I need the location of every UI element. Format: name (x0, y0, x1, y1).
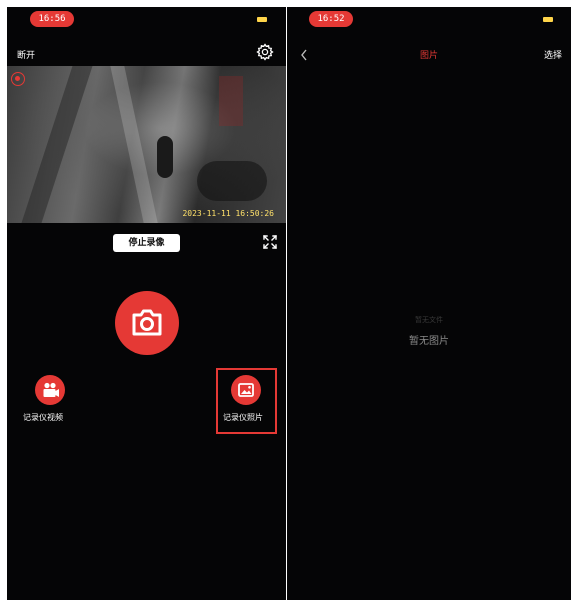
photo-gallery-screen: 16:52 图片 选择 暂无文件 暂无图片 (287, 7, 571, 600)
video-icon (43, 382, 59, 397)
battery-icon (543, 17, 553, 22)
camera-icon (132, 309, 162, 336)
recorder-screen: 16:56 断开 2023-11-11 16:50:26 停止录像 记录仪视频 … (7, 7, 286, 600)
status-time-pill: 16:56 (30, 11, 74, 27)
video-timestamp: 2023-11-11 16:50:26 (182, 209, 274, 218)
live-video-feed[interactable]: 2023-11-11 16:50:26 (7, 66, 286, 223)
page-title: 图片 (419, 51, 438, 61)
disconnect-button[interactable]: 断开 (17, 48, 35, 61)
gear-icon[interactable] (256, 43, 274, 65)
highlight-box (216, 368, 277, 434)
battery-icon (257, 17, 267, 22)
recorder-video-label: 记录仪视频 (23, 413, 63, 422)
select-button[interactable]: 选择 (544, 48, 562, 61)
stop-recording-button[interactable]: 停止录像 (113, 234, 180, 252)
status-time-pill: 16:52 (309, 11, 353, 27)
empty-hint: 暂无文件 (415, 316, 443, 324)
capture-photo-button[interactable] (115, 291, 179, 355)
empty-state-message: 暂无图片 (409, 336, 449, 347)
record-indicator-icon (11, 72, 25, 86)
status-time: 16:52 (317, 14, 345, 24)
fullscreen-icon[interactable] (262, 234, 278, 250)
status-time: 16:56 (38, 14, 66, 24)
recorder-video-button[interactable] (35, 375, 65, 405)
